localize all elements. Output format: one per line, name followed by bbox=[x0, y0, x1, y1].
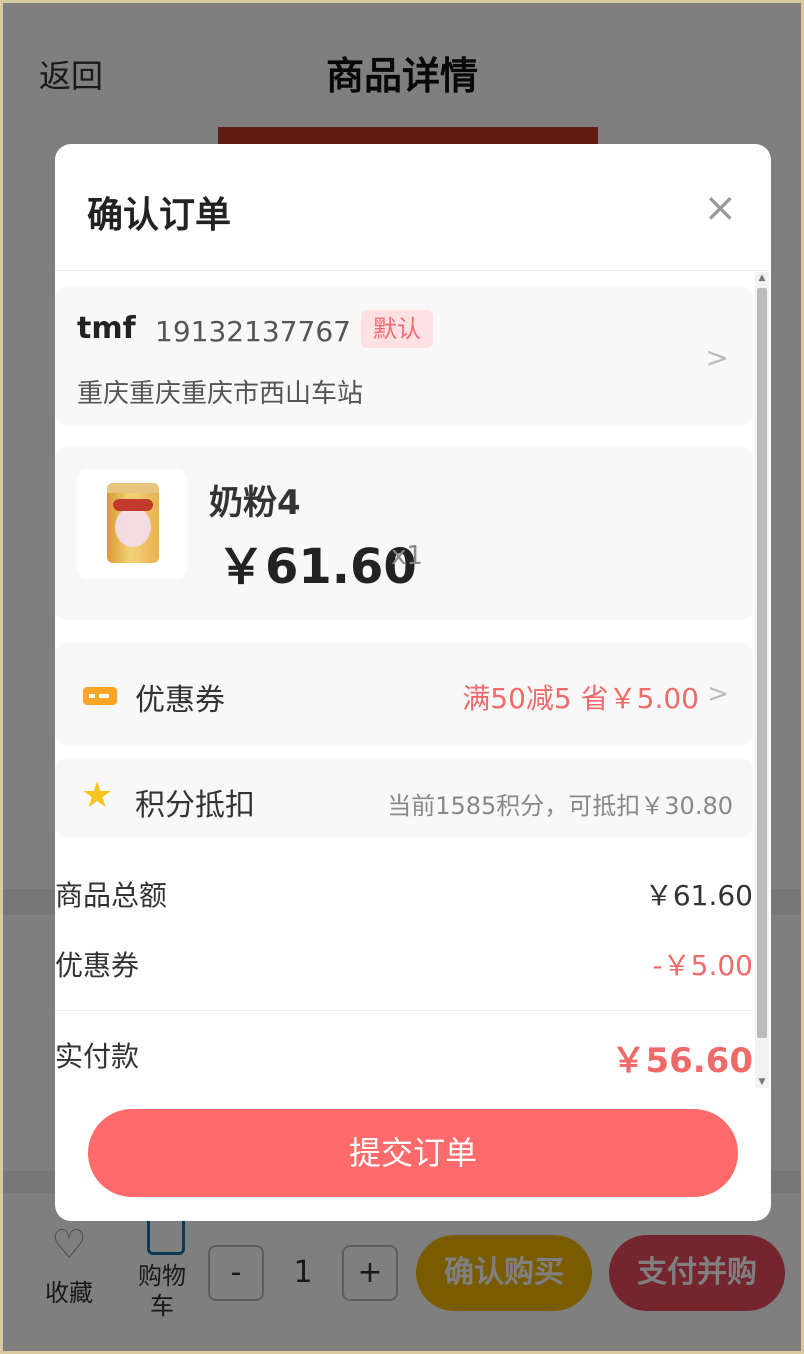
address-card[interactable]: tmf 19132137767 默认 重庆重庆重庆市西山车站 > bbox=[55, 287, 753, 425]
default-badge: 默认 bbox=[361, 310, 433, 348]
scroll-up-icon[interactable]: ▲ bbox=[755, 272, 769, 284]
chevron-right-icon: > bbox=[707, 679, 729, 709]
product-price: ￥61.60 bbox=[217, 539, 417, 595]
coupon-discount-row: 优惠券 -￥5.00 bbox=[55, 932, 753, 992]
recipient-phone: 19132137767 bbox=[155, 315, 351, 348]
points-label: 积分抵扣 bbox=[135, 788, 255, 823]
chevron-right-icon: > bbox=[705, 341, 729, 374]
goods-total-row: 商品总额 ￥61.60 bbox=[55, 862, 753, 922]
scrollbar-thumb[interactable] bbox=[757, 288, 767, 1038]
coupon-row[interactable]: 优惠券 满50减5 省￥5.00 > bbox=[55, 643, 753, 745]
product-quantity: x1 bbox=[391, 541, 423, 571]
coupon-value: 满50减5 省￥5.00 bbox=[462, 682, 699, 715]
address-line: 重庆重庆重庆市西山车站 bbox=[77, 379, 364, 409]
points-row[interactable]: ★ 积分抵扣 当前1585积分，可抵扣￥30.80 bbox=[55, 758, 753, 837]
milk-powder-can-image bbox=[107, 483, 159, 563]
paid-amount-label: 实付款 bbox=[55, 1040, 140, 1073]
scroll-down-icon[interactable]: ▼ bbox=[755, 1076, 769, 1088]
coupon-label: 优惠券 bbox=[135, 683, 225, 718]
product-card: 奶粉4 ￥61.60 x1 bbox=[55, 447, 753, 620]
star-icon: ★ bbox=[81, 775, 114, 816]
paid-amount-value: ￥56.60 bbox=[611, 1041, 753, 1081]
product-thumbnail bbox=[77, 469, 187, 579]
brand-logo bbox=[113, 499, 153, 511]
modal-title: 确认订单 bbox=[87, 195, 232, 236]
coupon-discount-value: -￥5.00 bbox=[652, 949, 753, 982]
confirm-order-modal: 确认订单 × tmf 19132137767 默认 重庆重庆重庆市西山车站 > … bbox=[55, 144, 771, 1221]
recipient-name: tmf bbox=[77, 311, 136, 346]
modal-scroll-area[interactable]: tmf 19132137767 默认 重庆重庆重庆市西山车站 > 奶粉4 ￥61… bbox=[55, 272, 771, 1088]
product-name: 奶粉4 bbox=[209, 483, 301, 523]
modal-header: 确认订单 × bbox=[55, 144, 771, 271]
coupon-icon bbox=[83, 687, 117, 705]
close-icon[interactable]: × bbox=[703, 188, 737, 228]
points-value: 当前1585积分，可抵扣￥30.80 bbox=[387, 792, 733, 820]
goods-total-label: 商品总额 bbox=[55, 879, 168, 912]
app-frame: 返回 商品详情 ♡ 收藏 购物车 - 1 + 确认购买 支付并购 确认订单 × bbox=[0, 0, 804, 1354]
goods-total-value: ￥61.60 bbox=[644, 879, 753, 912]
coupon-discount-label: 优惠券 bbox=[55, 949, 140, 982]
paid-amount-row: 实付款 ￥56.60 bbox=[55, 1010, 753, 1088]
scrollbar[interactable]: ▲ ▼ bbox=[755, 272, 769, 1088]
submit-order-button[interactable]: 提交订单 bbox=[88, 1109, 738, 1197]
